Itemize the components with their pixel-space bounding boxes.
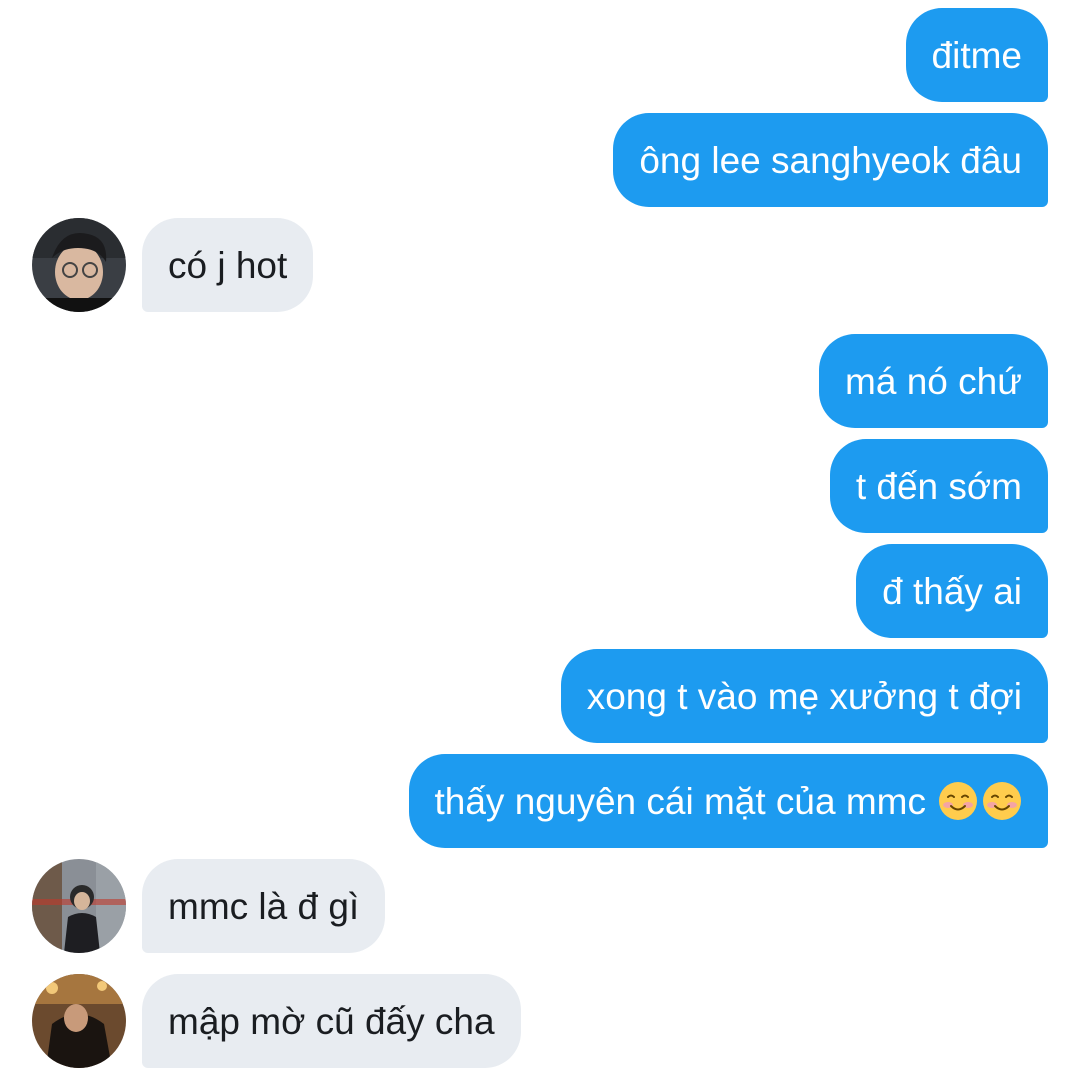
message-text: thấy nguyên cái mặt của mmc — [434, 780, 927, 822]
message-text: mập mờ cũ đấy cha — [168, 1000, 495, 1042]
message-text: ông lee sanghyeok đâu — [639, 139, 1022, 181]
chat-thread: đitme ông lee sanghyeok đâu có j hot má … — [0, 0, 1080, 1068]
received-message-bubble[interactable]: có j hot — [142, 218, 314, 312]
message-text: xong t vào mẹ xưởng t đợi — [586, 675, 1022, 717]
avatar-photo-icon — [32, 974, 126, 1068]
sent-message-bubble[interactable]: ông lee sanghyeok đâu — [613, 113, 1048, 207]
avatar-photo-icon — [32, 218, 126, 312]
message-text: t đến sớm — [855, 465, 1022, 507]
sent-message-bubble[interactable]: xong t vào mẹ xưởng t đợi — [560, 649, 1048, 743]
smiling-face-with-blush-icon — [939, 782, 977, 820]
message-text: có j hot — [168, 244, 288, 286]
emoji-group — [934, 781, 1022, 821]
sent-message-bubble[interactable]: đ thấy ai — [856, 544, 1048, 638]
message-text: đ thấy ai — [882, 570, 1022, 612]
message-text: đitme — [931, 34, 1022, 76]
message-text: má nó chứ — [845, 360, 1022, 402]
message-text: mmc là đ gì — [168, 885, 360, 927]
avatar-photo-icon — [32, 859, 126, 953]
sent-message-bubble[interactable]: t đến sớm — [829, 439, 1048, 533]
contact-avatar[interactable] — [32, 859, 126, 953]
sent-message-bubble[interactable]: thấy nguyên cái mặt của mmc — [408, 754, 1048, 848]
contact-avatar[interactable] — [32, 974, 126, 1068]
sent-message-bubble[interactable]: má nó chứ — [819, 334, 1048, 428]
received-message-bubble[interactable]: mmc là đ gì — [142, 859, 386, 953]
contact-avatar[interactable] — [32, 218, 126, 312]
received-message-bubble[interactable]: mập mờ cũ đấy cha — [142, 974, 521, 1068]
smiling-face-with-blush-icon — [983, 782, 1021, 820]
sent-message-bubble[interactable]: đitme — [905, 8, 1048, 102]
